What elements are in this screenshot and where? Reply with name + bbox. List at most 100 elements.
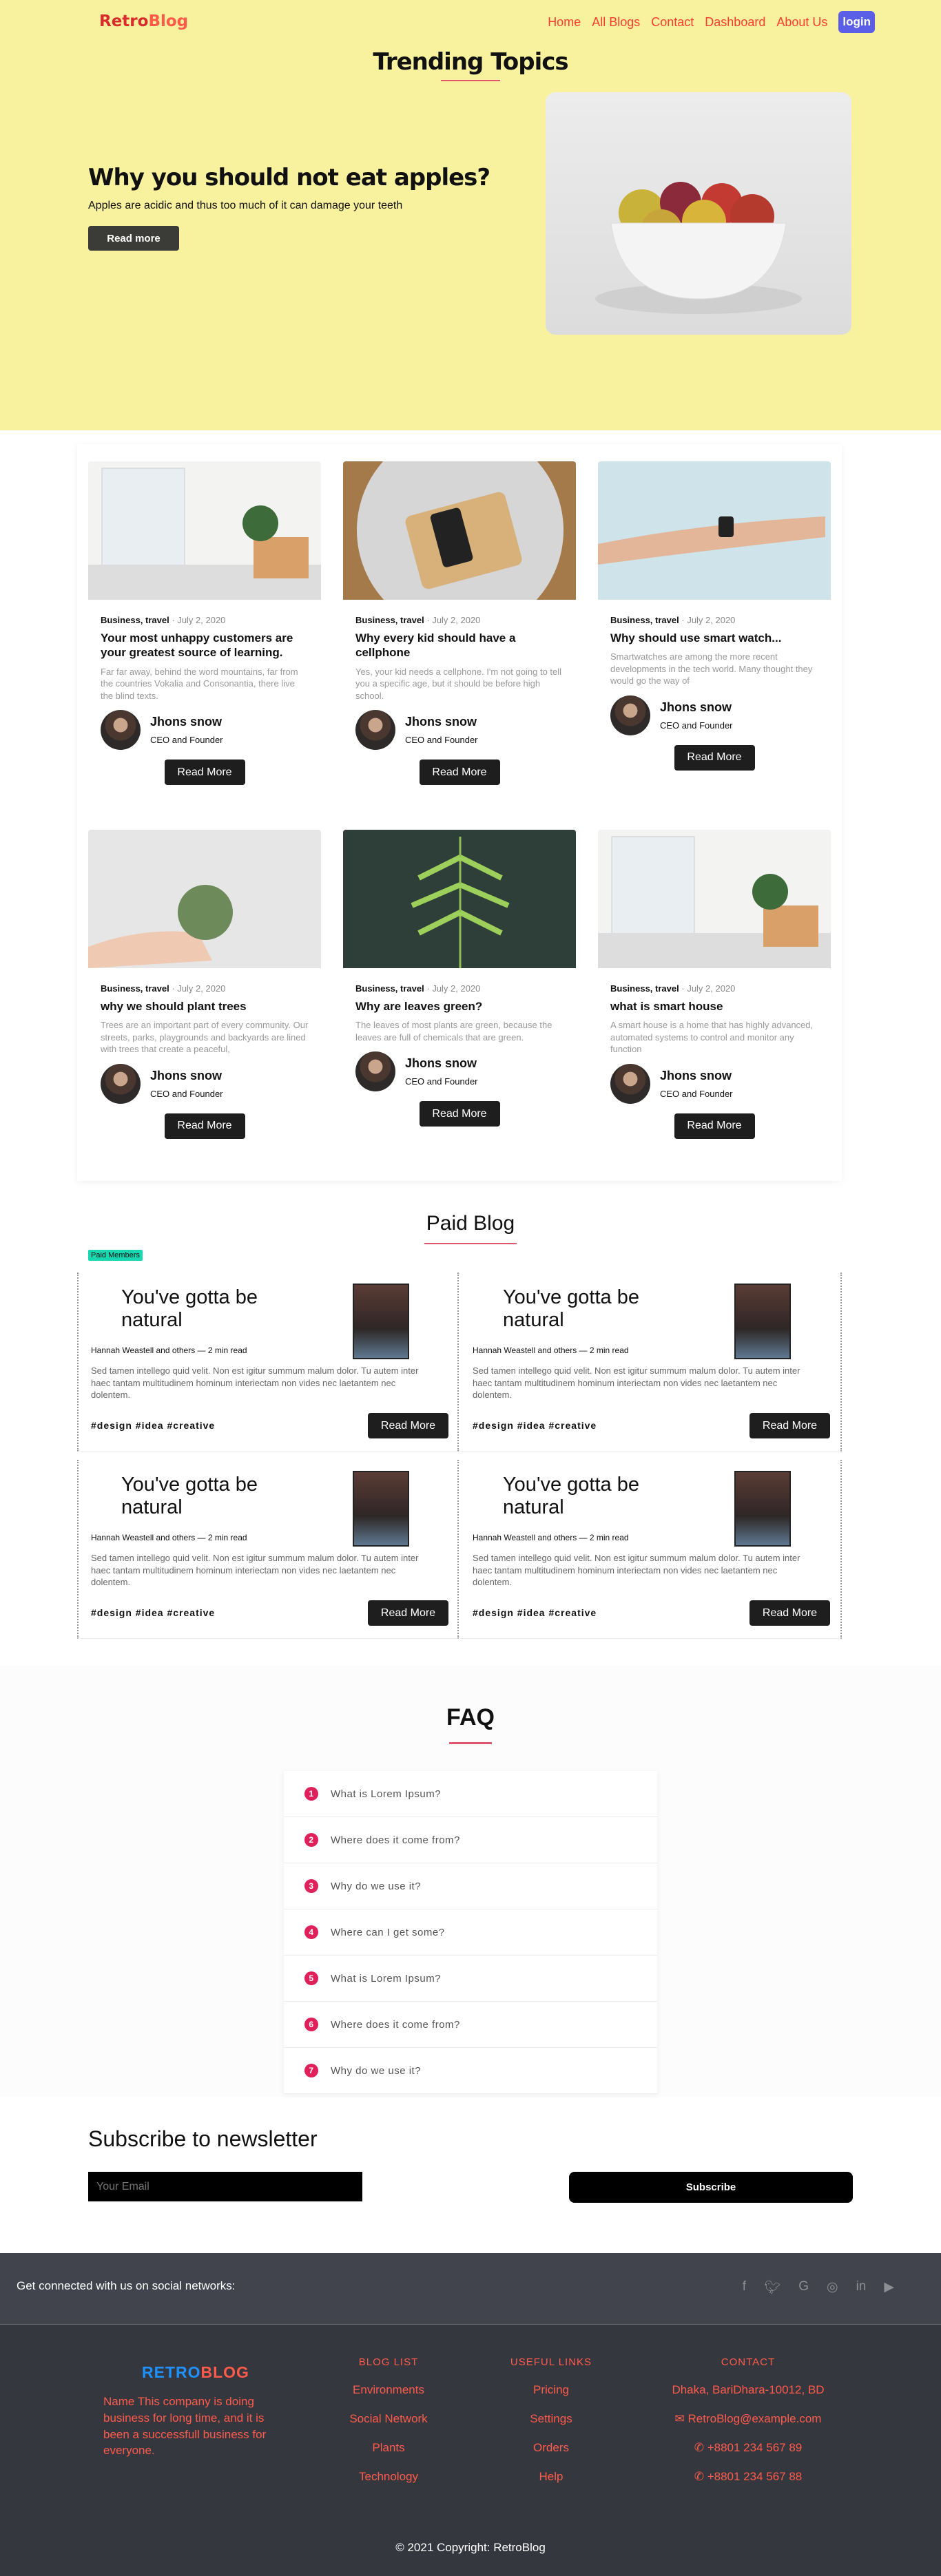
twitter-icon[interactable]: 🐦︎ — [764, 2279, 780, 2296]
read-more-button[interactable]: Read More — [368, 1600, 448, 1626]
paid-card-title[interactable]: You've gotta be natural — [503, 1474, 641, 1520]
footer-link[interactable]: Environments — [328, 2383, 449, 2397]
paid-members-badge: Paid Members — [88, 1250, 143, 1261]
faq-number: 7 — [304, 2064, 318, 2077]
card-date: July 2, 2020 — [177, 615, 226, 625]
read-more-button[interactable]: Read More — [368, 1413, 448, 1438]
contact-column: CONTACT Dhaka, BariDhara-10012, BD ✉ Ret… — [648, 2356, 849, 2499]
linkedin-icon[interactable]: in — [856, 2279, 867, 2296]
card-date: July 2, 2020 — [432, 615, 481, 625]
blog-card: Business, travel · July 2, 2020 Your most… — [88, 461, 321, 786]
contact-phone: ✆ +8801 234 567 89 — [694, 2441, 803, 2454]
faq-number: 4 — [304, 1925, 318, 1939]
site-logo[interactable]: RetroBlog — [99, 12, 188, 30]
nav-about-us[interactable]: About Us — [776, 15, 827, 30]
google-icon[interactable]: G — [798, 2279, 809, 2296]
faq-item[interactable]: 1 What is Lorem Ipsum? — [284, 1771, 657, 1817]
footer-link[interactable]: Settings — [496, 2412, 606, 2426]
footer-link[interactable]: Orders — [496, 2441, 606, 2455]
youtube-icon[interactable]: ▶ — [884, 2279, 894, 2296]
footer-link[interactable]: Technology — [328, 2470, 449, 2484]
card-author: Jhons snow CEO and Founder — [610, 695, 818, 735]
nav-home[interactable]: Home — [548, 15, 581, 30]
avatar — [355, 710, 395, 751]
card-title[interactable]: why we should plant trees — [101, 999, 309, 1014]
faq-item[interactable]: 5 What is Lorem Ipsum? — [284, 1956, 657, 2002]
card-description: Yes, your kid needs a cellphone. I'm not… — [355, 666, 562, 701]
author-role: CEO and Founder — [660, 1088, 733, 1099]
footer-logo[interactable]: RETROBLOG — [142, 2363, 249, 2382]
card-category: Business, travel — [355, 615, 424, 625]
faq-number: 3 — [304, 1879, 318, 1893]
card-meta: Business, travel · July 2, 2020 — [610, 983, 736, 994]
paid-blog-card: You've gotta be natural Hannah Weastell a… — [77, 1460, 459, 1639]
faq-item[interactable]: 6 Where does it come from? — [284, 2002, 657, 2048]
nav-all-blogs[interactable]: All Blogs — [592, 15, 640, 30]
read-more-button[interactable]: Read More — [419, 760, 500, 786]
paid-blog-card: You've gotta be natural Hannah Weastell a… — [460, 1460, 842, 1639]
faq-item[interactable]: 3 Why do we use it? — [284, 1863, 657, 1909]
social-icons: f 🐦︎ G ◎ in ▶ — [743, 2279, 894, 2296]
paid-card-byline: Hannah Weastell and others — 2 min read — [91, 1345, 247, 1355]
card-author: Jhons snow CEO and Founder — [101, 710, 309, 751]
card-title[interactable]: Why should use smart watch... — [610, 631, 818, 645]
faq-question: Where can I get some? — [331, 1926, 445, 1938]
card-description: Smartwatches are among the more recent d… — [610, 651, 813, 687]
paid-card-byline: Hannah Weastell and others — 2 min read — [473, 1533, 629, 1542]
instagram-icon[interactable]: ◎ — [827, 2279, 838, 2296]
avatar — [610, 695, 650, 735]
card-author: Jhons snow CEO and Founder — [610, 1063, 818, 1104]
nav-dashboard[interactable]: Dashboard — [705, 15, 765, 30]
phone-icon: ✆ — [694, 2470, 707, 2483]
card-title[interactable]: Why every kid should have a cellphone — [355, 631, 563, 660]
footer-link[interactable]: Social Network — [328, 2412, 449, 2426]
read-more-button[interactable]: Read More — [674, 1113, 755, 1139]
footer-link[interactable]: Plants — [328, 2441, 449, 2455]
author-role: CEO and Founder — [150, 1088, 223, 1099]
subscribe-button[interactable]: Subscribe — [569, 2172, 853, 2203]
title-underline — [441, 80, 500, 81]
card-title[interactable]: Why are leaves green? — [355, 999, 563, 1014]
faq-item[interactable]: 7 Why do we use it? — [284, 2048, 657, 2094]
nav-contact[interactable]: Contact — [651, 15, 694, 30]
hero-title: Why you should not eat apples? — [88, 164, 490, 191]
faq-item[interactable]: 4 Where can I get some? — [284, 1909, 657, 1956]
hero-read-more-button[interactable]: Read more — [88, 226, 179, 251]
contact-email[interactable]: ✉ RetroBlog@example.com — [648, 2412, 849, 2426]
card-title[interactable]: what is smart house — [610, 999, 818, 1014]
paid-card-title[interactable]: You've gotta be natural — [121, 1286, 259, 1332]
faq-item[interactable]: 2 Where does it come from? — [284, 1817, 657, 1863]
paid-blog-card: You've gotta be natural Hannah Weastell a… — [460, 1273, 842, 1452]
card-description: Trees are an important part of every com… — [101, 1020, 309, 1055]
hero-subtitle: Apples are acidic and thus too much of i… — [88, 200, 403, 211]
card-image — [88, 830, 321, 968]
paid-card-title[interactable]: You've gotta be natural — [503, 1286, 641, 1332]
card-title[interactable]: Your most unhappy customers are your gre… — [101, 631, 309, 660]
card-image — [88, 461, 321, 600]
blog-card: Business, travel · July 2, 2020 Why shoul… — [598, 461, 831, 771]
author-name: Jhons snow — [150, 1068, 223, 1082]
read-more-button[interactable]: Read More — [749, 1600, 830, 1626]
read-more-button[interactable]: Read More — [674, 744, 755, 771]
read-more-button[interactable]: Read More — [164, 760, 245, 786]
faq-number: 6 — [304, 2018, 318, 2031]
paid-card-title[interactable]: You've gotta be natural — [121, 1474, 259, 1520]
faq-question: What is Lorem Ipsum? — [331, 1788, 442, 1800]
footer-link[interactable]: Help — [496, 2470, 606, 2484]
navbar: RetroBlog Home All Blogs Contact Dashboa… — [0, 0, 941, 44]
footer-link[interactable]: Pricing — [496, 2383, 606, 2397]
login-button[interactable]: login — [838, 11, 875, 33]
paid-blog-title: Paid Blog — [426, 1212, 515, 1235]
email-input[interactable] — [88, 2172, 362, 2201]
faq-question: What is Lorem Ipsum? — [331, 1972, 442, 1985]
card-author: Jhons snow CEO and Founder — [355, 710, 563, 751]
footer-description: Name This company is doing business for … — [103, 2395, 267, 2458]
read-more-button[interactable]: Read More — [749, 1413, 830, 1438]
card-description: A smart house is a home that has highly … — [610, 1020, 814, 1055]
blog-list-column: BLOG LIST Environments Social Network Pl… — [328, 2356, 449, 2499]
read-more-button[interactable]: Read More — [419, 1101, 500, 1127]
facebook-icon[interactable]: f — [743, 2279, 746, 2296]
author-name: Jhons snow — [405, 715, 477, 729]
title-underline — [449, 1742, 492, 1744]
read-more-button[interactable]: Read More — [164, 1113, 245, 1139]
